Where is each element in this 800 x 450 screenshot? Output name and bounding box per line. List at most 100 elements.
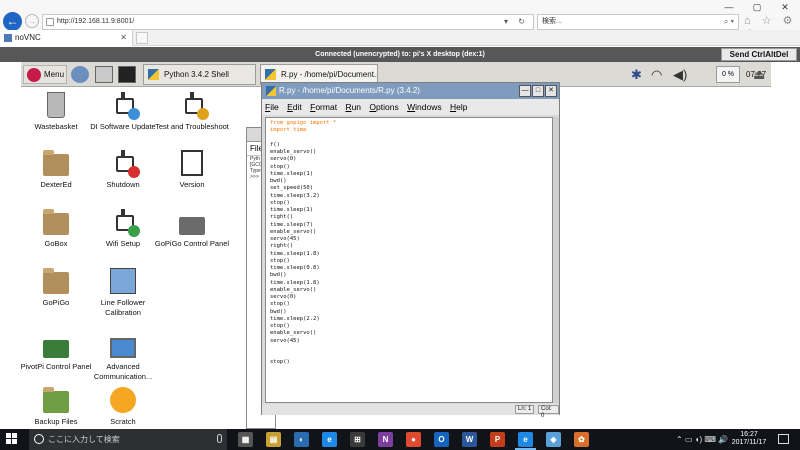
desktop-icon-di-software-update[interactable]: DI Software Update — [84, 92, 162, 132]
code-line: time.sleep(1) — [270, 207, 314, 213]
store-icon[interactable]: ◐ — [294, 432, 309, 447]
desktop-icon-version[interactable]: Version — [153, 150, 231, 190]
close-tab-icon[interactable]: ✕ — [120, 30, 127, 46]
wastebasket-icon — [47, 92, 65, 118]
menu-run[interactable]: Run — [342, 99, 364, 115]
microphone-icon[interactable] — [217, 434, 222, 443]
remote-desktop[interactable]: Menu Python 3.4.2 Shell R.py - /home/pi/… — [0, 62, 771, 429]
code-editor[interactable]: from gopigo import * import time f() enable… — [265, 117, 553, 403]
search-icon[interactable]: ⌕ ▾ — [724, 15, 734, 29]
maximize-button[interactable]: ▢ — [746, 1, 768, 13]
address-bar[interactable]: http://192.168.11.9:8001/ ▾ ↻ — [42, 14, 534, 30]
version-document-icon — [181, 150, 203, 176]
menu-format[interactable]: Format — [307, 99, 340, 115]
python-icon — [148, 69, 159, 80]
app-grid-icon[interactable]: ⊞ — [350, 432, 365, 447]
wifi-icon[interactable]: ◠ — [651, 66, 662, 83]
file-manager-icon[interactable] — [95, 66, 113, 83]
system-tray-icons[interactable]: ⌃ ▭ ◖) ⌨ 🔊 — [676, 429, 728, 450]
robot-shutdown-icon — [110, 150, 140, 178]
code-line: time.sleep(1.8) — [270, 250, 320, 257]
photos-icon[interactable]: ◈ — [546, 432, 561, 447]
desktop-icon-label: Advanced Communication... — [93, 362, 153, 381]
terminal-icon[interactable] — [118, 66, 136, 83]
editor-menu-bar: File Edit Format Run Options Windows Hel… — [262, 99, 559, 115]
menu-edit[interactable]: Edit — [284, 99, 305, 115]
eject-icon[interactable]: ⏏ — [753, 66, 765, 83]
vnc-status-text: Connected (unencrypted) to: pi's X deskt… — [315, 51, 485, 58]
editor-title-bar[interactable]: R.py - /home/pi/Documents/R.py (3.4.2) —… — [262, 83, 559, 99]
tab-title: noVNC — [15, 33, 41, 42]
folder-icon — [43, 268, 69, 294]
code-line: stop() — [270, 257, 290, 264]
forward-arrow-icon[interactable]: → — [25, 14, 39, 28]
code-line: time.sleep(2.2) — [270, 315, 320, 322]
code-line: f() — [270, 141, 280, 148]
menu-windows[interactable]: Windows — [404, 99, 445, 115]
taskbar-clock[interactable]: 16:27 2017/11/17 — [726, 431, 772, 447]
windows-start-icon[interactable] — [6, 433, 18, 445]
new-tab-button[interactable] — [136, 32, 148, 44]
circuit-board-icon — [43, 340, 69, 358]
onenote-icon[interactable]: N — [378, 432, 393, 447]
paint-icon[interactable]: ✿ — [574, 432, 589, 447]
minimize-button[interactable]: — — [718, 1, 740, 13]
ie-icon[interactable]: e — [515, 432, 536, 450]
search-input[interactable]: 検索... ⌕ ▾ — [537, 14, 739, 30]
file-explorer-icon[interactable]: ▤ — [266, 432, 281, 447]
code-line: enable_servo() — [270, 149, 317, 155]
refresh-icon[interactable]: ▾ ↻ — [504, 15, 529, 29]
task-python-shell[interactable]: Python 3.4.2 Shell — [143, 64, 256, 85]
desktop-icon-label: Shutdown — [106, 180, 140, 189]
desktop-icon-wifi-setup[interactable]: Wifi Setup — [84, 209, 162, 249]
volume-icon[interactable]: ◀) — [673, 66, 687, 83]
menu-button[interactable]: Menu — [23, 65, 67, 84]
editor-minimize-button[interactable]: — — [519, 85, 531, 97]
desktop-icon-advanced-communication[interactable]: Advanced Communication... — [84, 332, 162, 382]
editor-close-button[interactable]: ✕ — [545, 85, 557, 97]
menu-help[interactable]: Help — [447, 99, 470, 115]
desktop-icon-scratch[interactable]: Scratch — [84, 387, 162, 427]
editor-maximize-button[interactable]: □ — [532, 85, 544, 97]
gear-badge-icon — [197, 108, 209, 120]
folder-icon — [43, 209, 69, 235]
tab-novnc[interactable]: noVNC ✕ — [0, 30, 133, 46]
code-line: enable_servo() — [270, 330, 317, 337]
send-ctrl-alt-del-button[interactable]: Send CtrlAltDel — [721, 48, 797, 61]
back-arrow-icon[interactable]: ← — [3, 12, 22, 31]
edge-icon[interactable]: e — [322, 432, 337, 447]
desktop-icon-gopigo-control-panel[interactable]: GoPiGo Control Panel — [153, 209, 231, 249]
desktop-icon-label: Line Follower Calibration — [100, 298, 146, 317]
notification-center-icon[interactable] — [778, 434, 789, 444]
web-browser-icon[interactable] — [71, 66, 89, 83]
desktop-icon-line-follower[interactable]: Line Follower Calibration — [84, 268, 162, 318]
desktop-icon-shutdown[interactable]: Shutdown — [84, 150, 162, 190]
menu-options[interactable]: Options — [366, 99, 401, 115]
taskbar-search-box[interactable]: ここに入力して検索 — [29, 429, 227, 450]
task-label: R.py - /home/pi/Document... — [281, 70, 378, 79]
task-label: Python 3.4.2 Shell — [164, 70, 229, 79]
task-view-icon[interactable]: ▦ — [238, 432, 253, 447]
menu-file[interactable]: File — [262, 99, 282, 115]
word-icon[interactable]: W — [462, 432, 477, 447]
code-line: time.sleep(1.8) — [270, 279, 320, 286]
editor-scrollbar[interactable] — [553, 117, 559, 403]
close-window-button[interactable]: ✕ — [774, 1, 796, 13]
code-line: enable_servo() — [270, 228, 317, 235]
desktop-icon-test-troubleshoot[interactable]: Test and Troubleshoot — [153, 92, 231, 132]
robot-gear-icon — [179, 92, 209, 120]
powerpoint-icon[interactable]: P — [490, 432, 505, 447]
chrome-icon[interactable]: ● — [406, 432, 421, 447]
idle-editor-window[interactable]: R.py - /home/pi/Documents/R.py (3.4.2) —… — [261, 82, 560, 419]
code-line: servo(45) — [270, 236, 300, 242]
page-icon — [46, 18, 54, 26]
bluetooth-icon[interactable]: ✱ — [631, 66, 642, 83]
scratch-cat-icon — [110, 387, 136, 413]
desktop-icon-label: Wifi Setup — [105, 239, 141, 248]
windows-taskbar: ここに入力して検索 ▦ ▤ ◐ e ⊞ N ● O W Pe ◈ ✿ ⌃ ▭ ◖) ⌨ 🔊 16:27… — [0, 429, 800, 450]
search-placeholder: 検索... — [542, 18, 562, 25]
outlook-icon[interactable]: O — [434, 432, 449, 447]
code-line: bwd() — [270, 308, 287, 315]
code-line: stop() — [270, 163, 290, 170]
